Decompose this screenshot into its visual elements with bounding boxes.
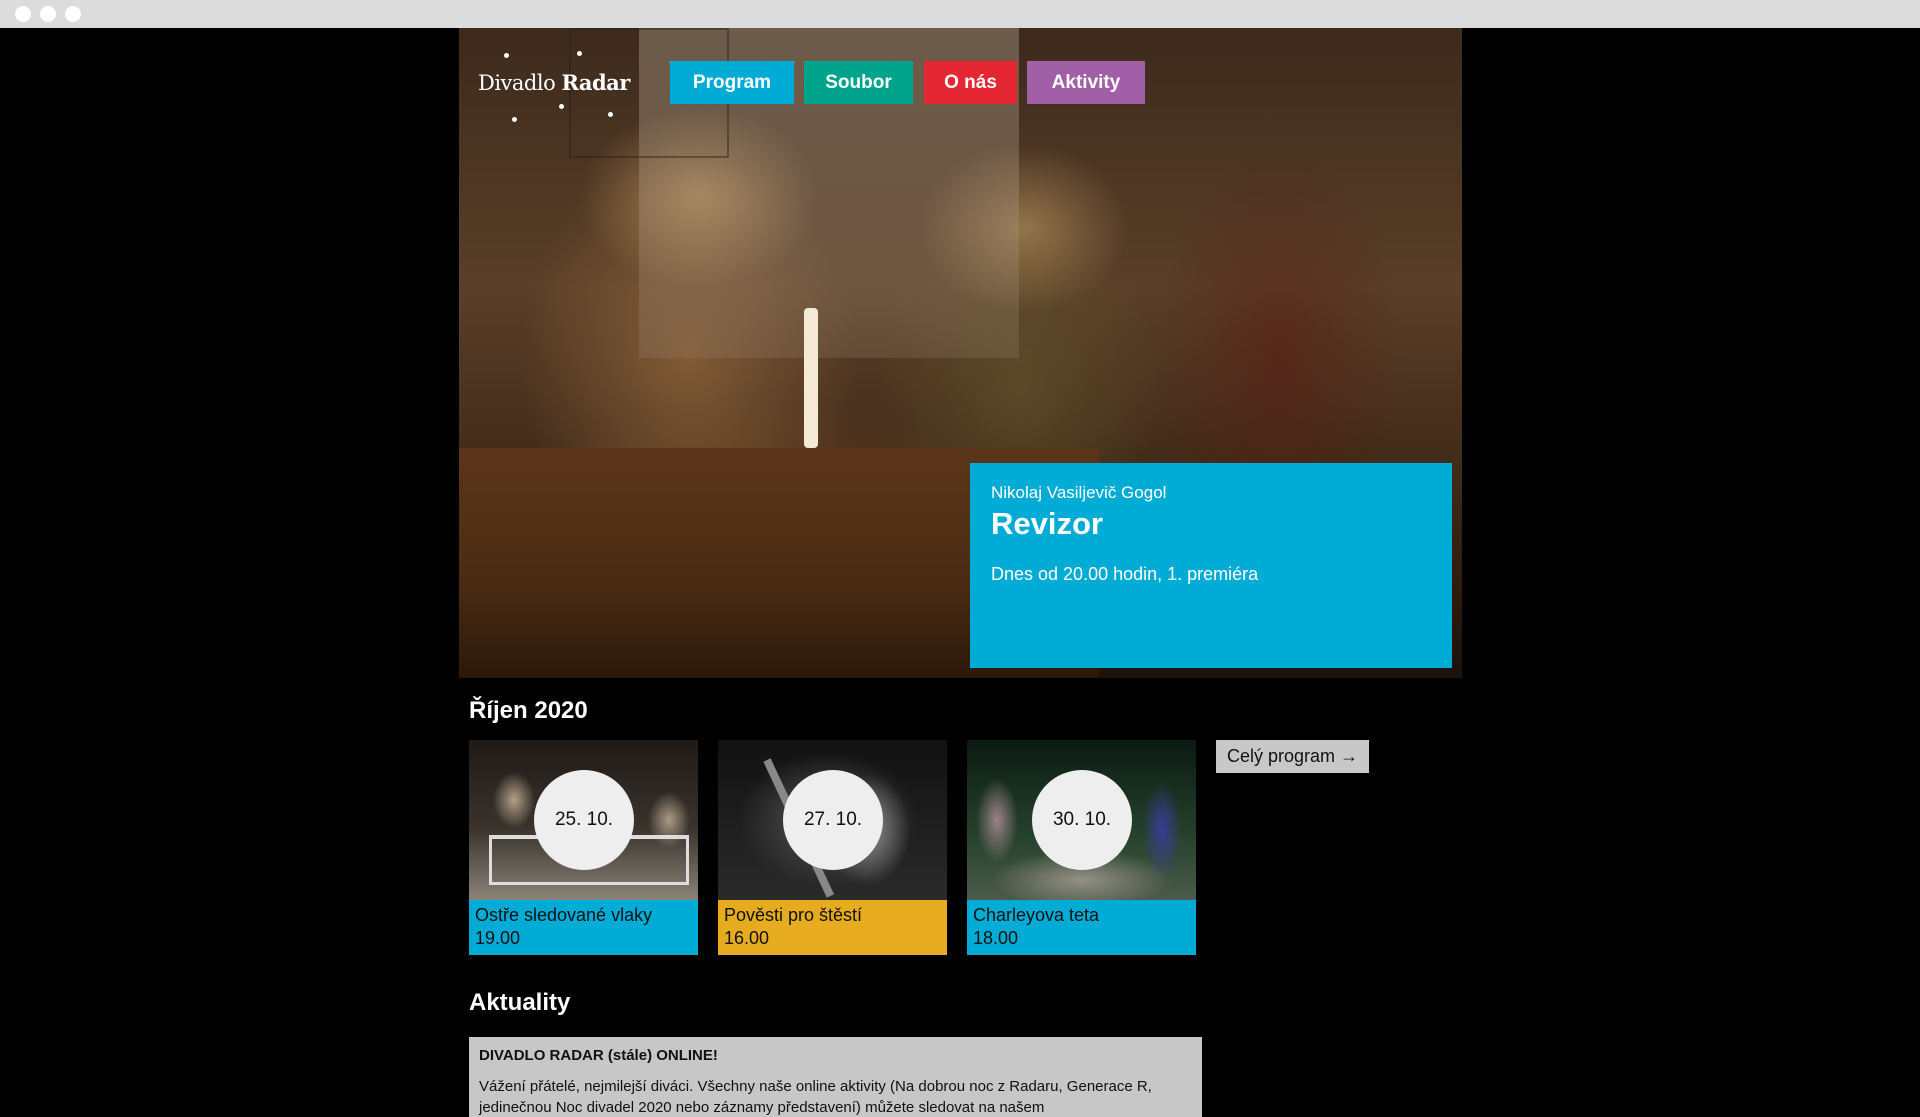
full-program-link[interactable]: Celý program →	[1216, 740, 1369, 773]
news-heading: Aktuality	[469, 989, 571, 1016]
program-card-time: 19.00	[475, 928, 521, 948]
logo-dot-icon	[608, 112, 613, 117]
news-headline[interactable]: DIVADLO RADAR (stále) ONLINE!	[479, 1047, 1192, 1064]
program-card[interactable]: 25. 10. Ostře sledované vlaky 19.00	[469, 740, 698, 955]
program-card-title: Charleyova teta	[973, 905, 1100, 925]
window-minimize-control[interactable]	[40, 6, 56, 22]
program-card[interactable]: 30. 10. Charleyova teta 18.00	[967, 740, 1196, 955]
hero-photo-candle	[804, 308, 818, 448]
nav-program[interactable]: Program	[670, 61, 794, 104]
program-card-info[interactable]: Charleyova teta 18.00	[967, 900, 1196, 955]
news-item[interactable]: DIVADLO RADAR (stále) ONLINE! Vážení přá…	[469, 1037, 1202, 1117]
window-close-control[interactable]	[15, 6, 31, 22]
featured-title[interactable]: Revizor	[991, 506, 1431, 542]
program-card-info[interactable]: Ostře sledované vlaky 19.00	[469, 900, 698, 955]
program-card-date: 25. 10.	[534, 770, 634, 870]
program-card-date: 30. 10.	[1032, 770, 1132, 870]
featured-author: Nikolaj Vasiljevič Gogol	[991, 483, 1167, 502]
logo-text[interactable]: Divadlo Radar	[478, 70, 630, 95]
program-card-title: Pověsti pro štěstí	[724, 905, 863, 925]
program-heading: Říjen 2020	[469, 697, 588, 724]
logo-dot-icon	[559, 104, 564, 109]
nav-aktivity[interactable]: Aktivity	[1027, 61, 1145, 104]
program-card-time: 18.00	[973, 928, 1019, 948]
logo-dot-icon	[577, 51, 582, 56]
program-card-info[interactable]: Pověsti pro štěstí 16.00	[718, 900, 947, 955]
browser-titlebar	[0, 0, 1920, 28]
nav-soubor[interactable]: Soubor	[804, 61, 913, 104]
program-card-title: Ostře sledované vlaky	[475, 905, 653, 925]
featured-time: Dnes od 20.00 hodin, 1. premiéra	[991, 564, 1259, 584]
nav-o-nas[interactable]: O nás	[924, 61, 1017, 104]
program-card[interactable]: 27. 10. Pověsti pro štěstí 16.00	[718, 740, 947, 955]
program-card-date: 27. 10.	[783, 770, 883, 870]
program-card-time: 16.00	[724, 928, 770, 948]
featured-show[interactable]: Nikolaj Vasiljevič Gogol Revizor Dnes od…	[970, 463, 1452, 668]
logo-name: Radar	[561, 70, 630, 95]
logo-dot-icon	[504, 53, 509, 58]
news-body: Vážení přátelé, nejmilejší diváci. Všech…	[479, 1078, 1152, 1116]
logo-dot-icon	[512, 117, 517, 122]
window-maximize-control[interactable]	[65, 6, 81, 22]
logo-prefix: Divadlo	[478, 71, 556, 95]
